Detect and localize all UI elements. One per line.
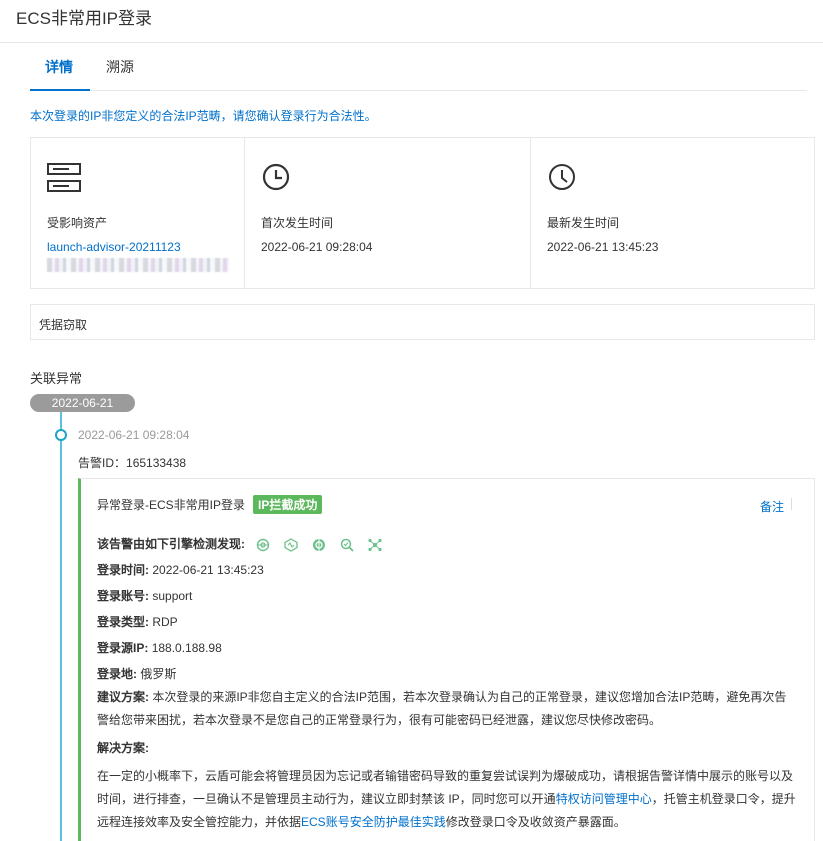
solution-paragraph: 在一定的小概率下，云盾可能会将管理员因为忘记或者输错密码导致的重复尝试误判为爆破… (97, 765, 797, 834)
login-time-value: 2022-06-21 13:45:23 (152, 563, 264, 577)
asset-link[interactable]: launch-advisor-20211123 (47, 240, 181, 254)
page-title: ECS非常用IP登录 (16, 9, 153, 28)
tab-details[interactable]: 详情 (45, 57, 73, 77)
login-time-row: 登录时间: 2022-06-21 13:45:23 (97, 561, 264, 578)
account-label: 登录账号: (97, 589, 149, 603)
engine-icon-3[interactable] (312, 538, 326, 552)
tab-trace[interactable]: 溯源 (106, 57, 134, 77)
clock-icon (262, 163, 290, 191)
server-icon (47, 163, 81, 192)
date-pill: 2022-06-21 (30, 394, 135, 412)
alert-id-value: 165133438 (126, 456, 187, 470)
type-row: 登录类型: RDP (97, 613, 178, 630)
card-latest-time: 最新发生时间 2022-06-21 13:45:23 (531, 138, 814, 288)
engine-icon-1[interactable] (256, 538, 270, 552)
account-row: 登录账号: support (97, 587, 192, 604)
tab-bar: 详情 溯源 (30, 43, 807, 91)
account-value: support (152, 589, 193, 603)
type-value: RDP (152, 615, 178, 629)
related-title: 关联异常 (30, 371, 83, 386)
solution-label: 解决方案: (97, 741, 149, 755)
card-first-time: 首次发生时间 2022-06-21 09:28:04 (245, 138, 531, 288)
card-label: 最新发生时间 (547, 216, 620, 230)
solution-row: 解决方案: (97, 739, 149, 756)
card-label: 首次发生时间 (261, 216, 334, 230)
type-label: 登录类型: (97, 615, 149, 629)
pam-center-link[interactable]: 特权访问管理中心 (556, 792, 652, 806)
timeline-dot (55, 429, 67, 441)
credential-type: 凭据窃取 (39, 318, 88, 332)
card-value: 2022-06-21 09:28:04 (261, 240, 373, 254)
status-badge: IP拦截成功 (253, 495, 323, 514)
card-label: 受影响资产 (47, 216, 108, 230)
login-time-label: 登录时间: (97, 563, 149, 577)
engines-label: 该告警由如下引擎检测发现: (97, 537, 245, 551)
note-link[interactable]: 备注 (760, 498, 784, 515)
location-label: 登录地: (97, 667, 137, 681)
card-value: 2022-06-21 13:45:23 (547, 240, 659, 254)
engines-list (256, 538, 382, 552)
source-ip-label: 登录源IP: (97, 641, 149, 655)
advice-paragraph: 建议方案: 本次登录的来源IP非您自主定义的合法IP范围，若本次登录确认为自己的… (97, 686, 797, 732)
engine-icon-5[interactable] (368, 538, 382, 552)
clock-icon (549, 164, 575, 190)
alert-id: 告警ID：165133438 (78, 454, 186, 471)
timeline-line (60, 412, 62, 841)
advice-label: 建议方案: (97, 690, 149, 704)
notice-text: 本次登录的IP非您定义的合法IP范畴，请您确认登录行为合法性。 (30, 109, 377, 123)
tab-active-indicator (30, 89, 90, 91)
ecs-best-practice-link[interactable]: ECS账号安全防护最佳实践 (301, 815, 446, 829)
alert-id-label: 告警ID： (78, 456, 127, 470)
note-divider (791, 498, 792, 510)
engine-icon-4[interactable] (340, 538, 354, 552)
detail-title: 异常登录-ECS非常用IP登录 (97, 498, 246, 512)
credential-box: 凭据窃取 (30, 304, 815, 340)
location-value: 俄罗斯 (140, 667, 177, 681)
engine-icon-2[interactable] (284, 538, 298, 552)
source-ip-row: 登录源IP: 188.0.188.98 (97, 639, 222, 656)
solution-text-3: 修改登录口令及收敛资产暴露面。 (445, 815, 626, 829)
engines-row: 该告警由如下引擎检测发现: (97, 535, 382, 552)
detail-header: 异常登录-ECS非常用IP登录 IP拦截成功 (97, 495, 323, 514)
event-time: 2022-06-21 09:28:04 (78, 428, 190, 442)
source-ip-value: 188.0.188.98 (151, 641, 222, 655)
location-row: 登录地: 俄罗斯 (97, 665, 176, 682)
summary-cards: 受影响资产 launch-advisor-20211123 首次发生时间 202… (30, 137, 815, 289)
redacted-asset-info (47, 258, 229, 272)
advice-text: 本次登录的来源IP非您自主定义的合法IP范围，若本次登录确认为自己的正常登录，建… (97, 690, 787, 727)
card-affected-asset: 受影响资产 launch-advisor-20211123 (31, 138, 245, 288)
alert-detail-panel: 异常登录-ECS非常用IP登录 IP拦截成功 备注 该告警由如下引擎检测发现: … (78, 478, 815, 841)
